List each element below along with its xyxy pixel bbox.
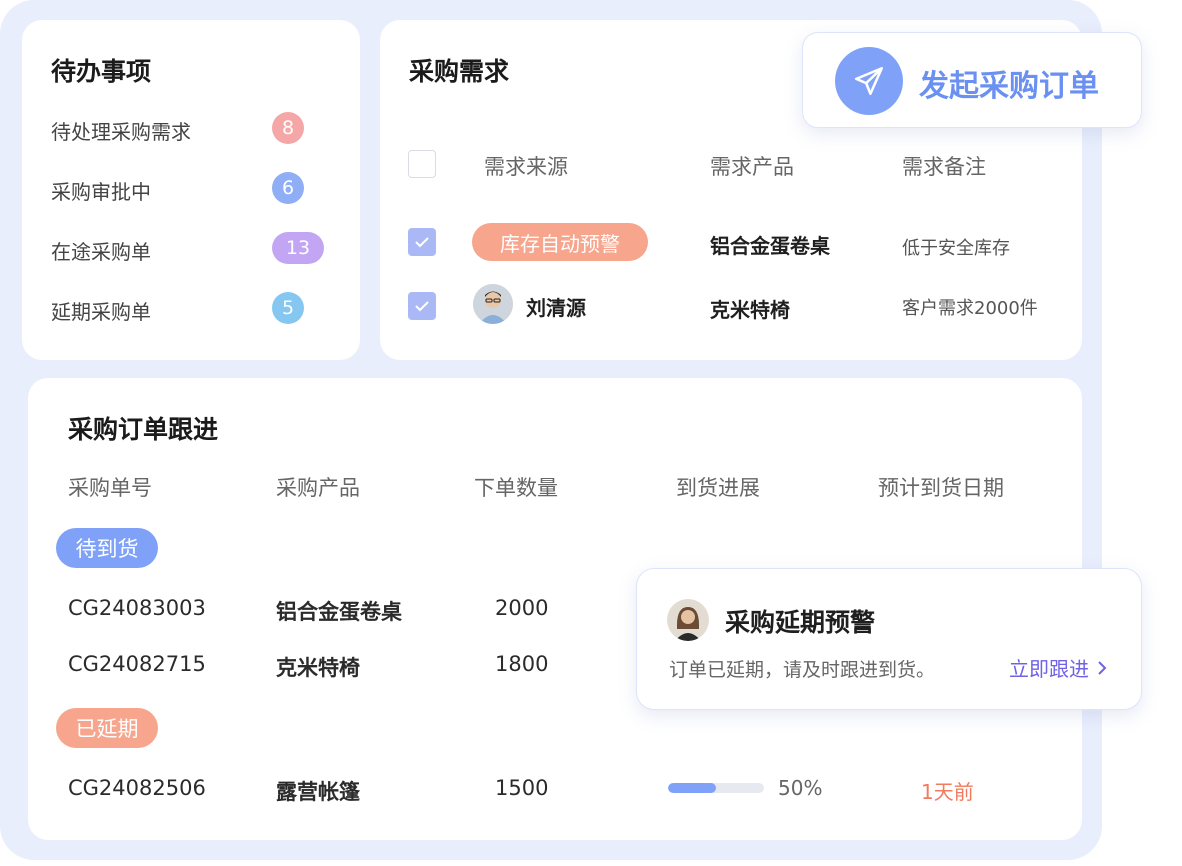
eta-overdue-label: 1天前 bbox=[921, 780, 974, 804]
todo-item-approval[interactable]: 采购审批中 bbox=[51, 176, 151, 205]
status-pill-pending: 待到货 bbox=[56, 528, 158, 568]
demand-product: 铝合金蛋卷桌 bbox=[710, 234, 830, 258]
column-header-eta: 预计到货日期 bbox=[878, 476, 1004, 500]
paper-plane-icon bbox=[854, 66, 884, 96]
avatar bbox=[667, 599, 709, 641]
launch-icon-circle bbox=[835, 47, 903, 115]
count-badge: 6 bbox=[272, 172, 304, 204]
order-number: CG24082506 bbox=[68, 776, 206, 800]
person-avatar-icon bbox=[667, 599, 709, 641]
todo-item-in-transit[interactable]: 在途采购单 bbox=[51, 236, 151, 265]
chevron-right-icon bbox=[1098, 660, 1107, 675]
column-header-product: 需求产品 bbox=[710, 155, 794, 179]
order-number: CG24082715 bbox=[68, 652, 206, 676]
alert-title: 采购延期预警 bbox=[725, 608, 876, 637]
todo-title: 待办事项 bbox=[51, 57, 152, 86]
column-header-order-product: 采购产品 bbox=[276, 476, 360, 500]
count-badge: 13 bbox=[272, 232, 324, 264]
avatar bbox=[473, 284, 513, 324]
delay-alert-popup: 采购延期预警 订单已延期，请及时跟进到货。 立即跟进 bbox=[636, 568, 1142, 710]
order-quantity: 1500 bbox=[495, 776, 549, 800]
order-quantity: 1800 bbox=[495, 652, 549, 676]
arrival-progress-bar bbox=[668, 783, 764, 793]
column-header-quantity: 下单数量 bbox=[474, 476, 558, 500]
status-pill-delayed: 已延期 bbox=[56, 708, 158, 748]
column-header-source: 需求来源 bbox=[484, 155, 568, 179]
create-purchase-order-label: 发起采购订单 bbox=[919, 69, 1099, 104]
todo-item-pending-demand[interactable]: 待处理采购需求 bbox=[51, 116, 191, 145]
check-icon bbox=[415, 301, 429, 312]
follow-up-label: 立即跟进 bbox=[1009, 657, 1089, 681]
order-number: CG24083003 bbox=[68, 596, 206, 620]
row-checkbox[interactable] bbox=[408, 292, 436, 320]
create-purchase-order-button[interactable]: 发起采购订单 bbox=[802, 32, 1142, 128]
count-badge: 8 bbox=[272, 112, 304, 144]
alert-message: 订单已延期，请及时跟进到货。 bbox=[669, 659, 936, 681]
demand-product: 克米特椅 bbox=[710, 298, 790, 322]
demand-title: 采购需求 bbox=[409, 57, 510, 86]
source-tag: 库存自动预警 bbox=[472, 223, 648, 261]
arrival-progress-fill bbox=[668, 783, 716, 793]
order-product: 铝合金蛋卷桌 bbox=[276, 600, 402, 624]
arrival-progress-label: 50% bbox=[778, 776, 823, 800]
check-icon bbox=[415, 237, 429, 248]
demand-note: 客户需求2000件 bbox=[902, 298, 1038, 319]
todo-item-delayed[interactable]: 延期采购单 bbox=[51, 296, 151, 325]
order-product: 克米特椅 bbox=[276, 656, 360, 680]
demand-requester: 刘清源 bbox=[526, 296, 586, 320]
column-header-order-no: 采购单号 bbox=[68, 476, 152, 500]
column-header-progress: 到货进展 bbox=[676, 476, 760, 500]
row-checkbox[interactable] bbox=[408, 228, 436, 256]
column-header-note: 需求备注 bbox=[902, 155, 986, 179]
count-badge: 5 bbox=[272, 292, 304, 324]
person-avatar-icon bbox=[473, 284, 513, 324]
order-product: 露营帐篷 bbox=[276, 780, 360, 804]
demand-note: 低于安全库存 bbox=[902, 238, 1010, 259]
todo-card: 待办事项 待处理采购需求 8 采购审批中 6 在途采购单 13 延期采购单 5 bbox=[22, 20, 360, 360]
follow-up-link[interactable]: 立即跟进 bbox=[1009, 653, 1107, 682]
orders-title: 采购订单跟进 bbox=[68, 415, 219, 444]
select-all-checkbox[interactable] bbox=[408, 150, 436, 178]
order-quantity: 2000 bbox=[495, 596, 549, 620]
